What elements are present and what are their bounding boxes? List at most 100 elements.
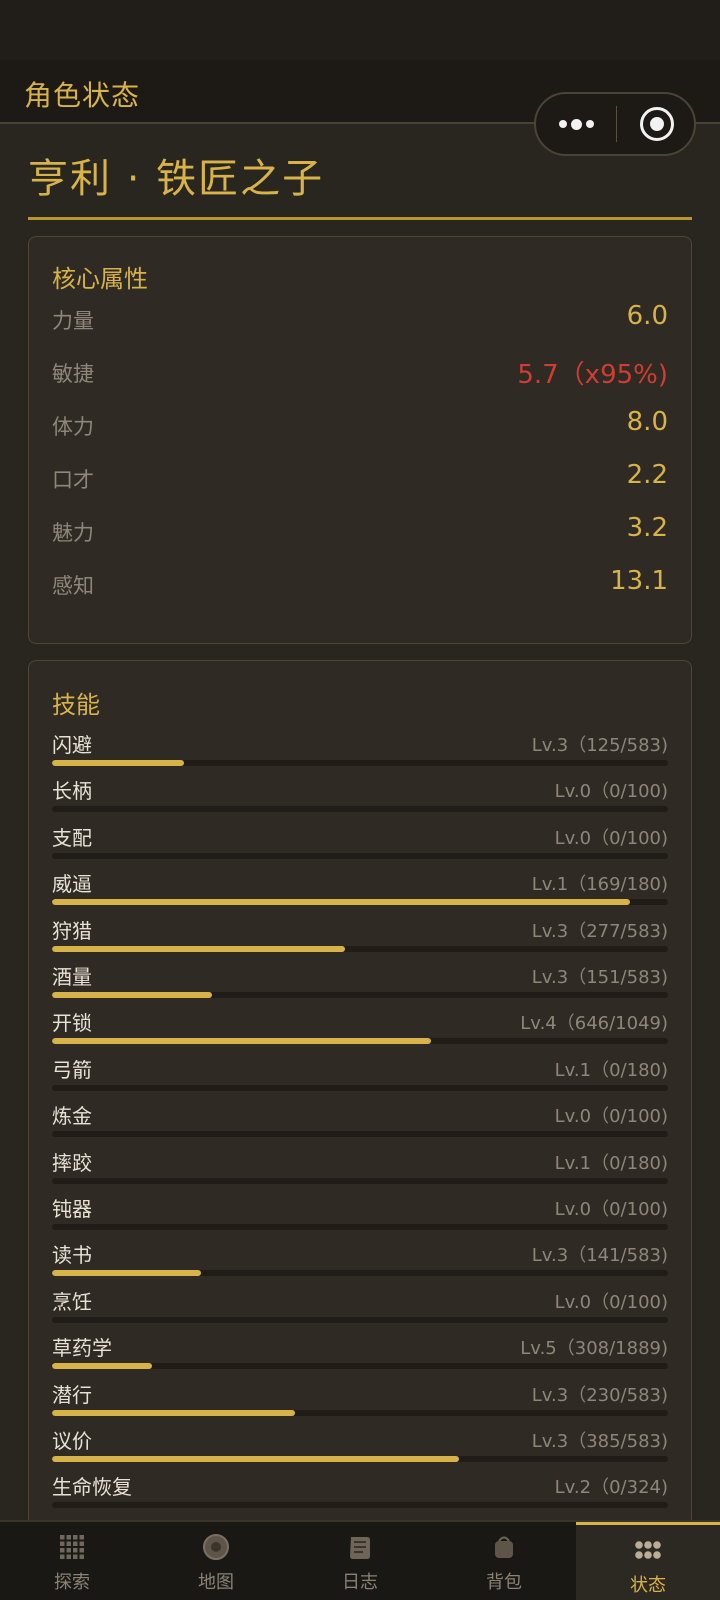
skill-level: Lv.5（308/1889): [520, 1338, 668, 1360]
tab-label: 探索: [54, 1572, 90, 1593]
skill-progress-fill: [52, 1363, 153, 1370]
attribute-label: 口才: [52, 468, 94, 492]
skill-label: 钝器: [52, 1197, 92, 1221]
core-attributes-title: 核心属性: [52, 265, 148, 293]
skill-progress-track: [52, 1038, 668, 1045]
skill-progress-track: [52, 1177, 668, 1184]
skill-level: Lv.3（277/583): [531, 920, 668, 942]
skill-row[interactable]: 狩猎 Lv.3（277/583): [52, 915, 668, 961]
bottom-tab-bar: 探索 地图 日志 背包 状态: [0, 1520, 720, 1600]
tab-label: 地图: [198, 1572, 234, 1593]
skill-row[interactable]: 炼金 Lv.0（0/100): [52, 1100, 668, 1146]
skill-label: 烹饪: [52, 1289, 92, 1314]
skill-progress-fill: [52, 1038, 432, 1045]
attribute-row: 体力 8.0: [52, 405, 668, 445]
name-divider: [28, 217, 692, 220]
skill-label: 酒量: [52, 965, 92, 989]
attribute-row: 感知 13.1: [52, 564, 668, 604]
skill-progress-track: [52, 992, 668, 998]
attribute-value: 2.2: [626, 460, 668, 490]
skill-progress-track: [52, 1131, 668, 1138]
skill-label: 读书: [52, 1243, 92, 1268]
status-dots-icon: [633, 1535, 663, 1565]
tab-bag[interactable]: 背包: [432, 1522, 576, 1600]
tab-grid[interactable]: 探索: [0, 1522, 144, 1600]
skill-progress-track: [52, 1502, 668, 1509]
tab-compass[interactable]: 地图: [144, 1522, 288, 1600]
skill-level: Lv.3（385/583): [531, 1431, 668, 1452]
skill-level: Lv.1（169/180): [531, 874, 668, 896]
skill-level: Lv.3（151/583): [531, 967, 668, 988]
skill-row[interactable]: 潜行 Lv.3（230/583): [52, 1379, 668, 1425]
skill-progress-track: [52, 1363, 668, 1370]
skill-row[interactable]: 支配 Lv.0（0/100): [52, 822, 668, 868]
skill-progress-track: [52, 1316, 668, 1323]
skill-row[interactable]: 草药学 Lv.5（308/1889): [52, 1332, 668, 1378]
skill-row[interactable]: 读书 Lv.3（141/583): [52, 1239, 668, 1285]
skill-label: 潜行: [52, 1382, 92, 1407]
skill-label: 草药学: [52, 1336, 112, 1361]
attribute-label: 力量: [52, 309, 94, 333]
attribute-value: 8.0: [626, 407, 668, 437]
skill-progress-track: [52, 1084, 668, 1091]
attribute-value: 3.2: [626, 513, 668, 543]
character-name: 亨利 · 铁匠之子: [28, 156, 325, 202]
skill-progress-track: [52, 1456, 668, 1462]
skill-level: Lv.0（0/100): [554, 1199, 668, 1220]
skills-card[interactable]: 技能 闪避 Lv.3（125/583) 长柄 Lv.0（0/100) 支配 Lv.0（0/…: [28, 660, 692, 1600]
miniprogram-capsule: [534, 92, 696, 156]
core-attributes-card: 核心属性 力量 6.0 敏捷 5.7（x95%) 体力 8.0 口才 2.2 魅力 3.2 感知 13…: [28, 236, 692, 644]
attribute-label: 敏捷: [52, 362, 94, 386]
compass-icon: [201, 1532, 231, 1562]
tab-label: 日志: [342, 1572, 378, 1593]
skill-progress-fill: [52, 1456, 459, 1462]
skill-progress-track: [52, 945, 668, 952]
skill-row[interactable]: 酒量 Lv.3（151/583): [52, 961, 668, 1007]
skill-row[interactable]: 威逼 Lv.1（169/180): [52, 868, 668, 914]
app-root: 角色状态 亨利 · 铁匠之子 核心属性 力量 6.0 敏捷 5.7（x95%) 体力 8.…: [0, 0, 720, 1600]
skill-label: 支配: [52, 825, 92, 850]
skill-level: Lv.1（0/180): [554, 1152, 668, 1174]
skill-label: 炼金: [52, 1104, 92, 1129]
scroll-icon: [345, 1532, 375, 1562]
skill-row[interactable]: 摔跤 Lv.1（0/180): [52, 1147, 668, 1193]
close-button[interactable]: [617, 94, 696, 154]
skill-label: 威逼: [52, 872, 92, 897]
attribute-value: 13.1: [610, 566, 668, 596]
tab-label: 背包: [486, 1572, 522, 1593]
skill-level: Lv.3（125/583): [531, 735, 668, 756]
skill-progress-fill: [52, 945, 345, 952]
tab-label: 状态: [630, 1575, 666, 1596]
attribute-label: 魅力: [52, 521, 94, 545]
skill-row[interactable]: 生命恢复 Lv.2（0/324): [52, 1471, 668, 1517]
skill-row[interactable]: 钝器 Lv.0（0/100): [52, 1193, 668, 1239]
skill-row[interactable]: 开锁 Lv.4（646/1049): [52, 1007, 668, 1053]
skill-label: 弓箭: [52, 1057, 92, 1082]
skill-row[interactable]: 烹饪 Lv.0（0/100): [52, 1286, 668, 1332]
skill-level: Lv.3（141/583): [531, 1245, 668, 1267]
skill-row[interactable]: 长柄 Lv.0（0/100): [52, 775, 668, 821]
tab-status-dots[interactable]: 状态: [576, 1522, 720, 1600]
skill-progress-track: [52, 899, 668, 906]
more-dot-icon: [585, 120, 594, 128]
skill-progress-track: [52, 806, 668, 813]
grid-icon: [57, 1532, 87, 1562]
more-dot-icon: [558, 120, 567, 128]
skill-level: Lv.0（0/100): [554, 1106, 668, 1128]
skill-label: 议价: [52, 1429, 92, 1453]
skill-progress-fill: [52, 1409, 296, 1416]
skill-level: Lv.1（0/180): [554, 1059, 668, 1081]
target-icon: [639, 107, 674, 141]
skill-label: 闪避: [52, 733, 92, 757]
skill-level: Lv.3（230/583): [531, 1384, 668, 1406]
skill-progress-track: [52, 1409, 668, 1416]
attribute-value: 5.7（x95%): [517, 360, 668, 390]
more-button[interactable]: [536, 94, 616, 154]
skill-row[interactable]: 闪避 Lv.3（125/583): [52, 729, 668, 775]
attribute-label: 感知: [52, 574, 94, 598]
skill-progress-fill: [52, 1270, 202, 1277]
skill-row[interactable]: 弓箭 Lv.1（0/180): [52, 1054, 668, 1100]
skill-row[interactable]: 议价 Lv.3（385/583): [52, 1425, 668, 1471]
skill-progress-track: [52, 852, 668, 859]
tab-scroll[interactable]: 日志: [288, 1522, 432, 1600]
